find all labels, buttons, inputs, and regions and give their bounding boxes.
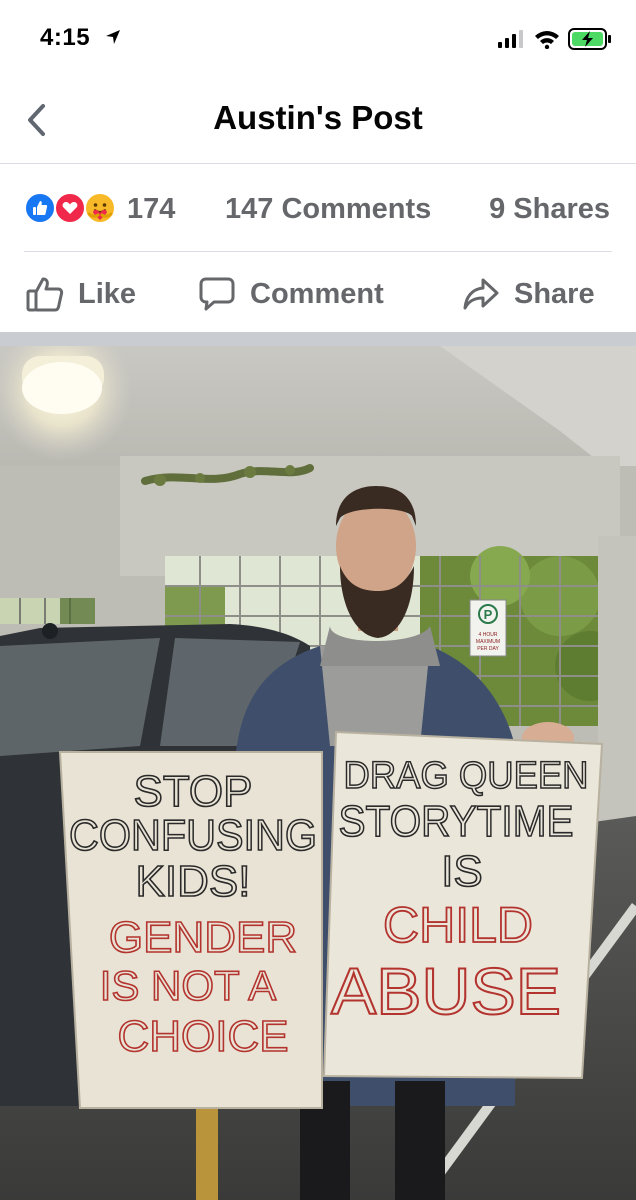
photo-scene: P 4 HOUR MAXIMUM PER DAY STOP CONFUSING … xyxy=(0,346,636,1200)
like-label: Like xyxy=(78,277,137,310)
care-reaction-icon xyxy=(84,192,116,224)
right-sign-line-5: ABUSE xyxy=(331,954,561,1028)
share-arrow-icon xyxy=(463,278,499,310)
thumbs-up-icon xyxy=(26,277,64,312)
parking-sign-line3: PER DAY xyxy=(477,646,499,652)
page-title: Austin's Post xyxy=(213,99,423,136)
right-sign-line-1: DRAG QUEEN xyxy=(344,755,589,797)
shares-count[interactable]: 9 Shares xyxy=(489,193,610,226)
reaction-count[interactable]: 174 xyxy=(127,193,175,226)
right-sign-line-4: CHILD xyxy=(383,897,533,953)
comments-count[interactable]: 147 Comments xyxy=(225,193,431,226)
reactions-summary: 174 147 Comments 9 Shares xyxy=(24,164,612,252)
parking-sign-line2: MAXIMUM xyxy=(476,639,500,645)
right-sign-line-3: IS xyxy=(441,847,483,896)
left-sign-line-4: GENDER xyxy=(109,913,297,962)
left-sign-line-3: KIDS! xyxy=(136,857,251,906)
share-label: Share xyxy=(514,277,595,310)
post-photo[interactable]: P 4 HOUR MAXIMUM PER DAY STOP CONFUSING … xyxy=(0,346,636,1200)
left-sign-line-6: CHOICE xyxy=(117,1012,288,1061)
parking-sign-letter: P xyxy=(484,607,493,622)
comment-button[interactable]: Comment xyxy=(198,274,384,314)
nav-header: Austin's Post xyxy=(0,78,636,164)
section-divider xyxy=(0,332,636,346)
reaction-icons[interactable] xyxy=(24,192,124,224)
status-bar: 4:15 xyxy=(0,0,636,78)
left-sign-line-2: CONFUSING xyxy=(69,811,317,860)
cellular-signal-icon xyxy=(498,30,523,48)
like-button[interactable]: Like xyxy=(26,274,136,314)
parking-sign-line1: 4 HOUR xyxy=(479,632,498,638)
wifi-icon xyxy=(535,31,559,49)
status-indicators xyxy=(498,27,612,51)
love-reaction-icon xyxy=(54,192,86,224)
post-action-bar: Like Comment Share xyxy=(0,252,636,332)
like-reaction-icon xyxy=(24,192,56,224)
left-sign-line-5: IS NOT A xyxy=(100,962,277,1009)
battery-charging-icon xyxy=(568,28,611,50)
right-sign-line-2: STORYTIME xyxy=(339,797,574,846)
share-button[interactable]: Share xyxy=(462,274,595,314)
status-time: 4:15 xyxy=(40,24,91,51)
location-arrow-icon xyxy=(106,30,120,44)
comment-label: Comment xyxy=(250,277,384,310)
left-sign-line-1: STOP xyxy=(133,767,252,816)
comment-bubble-icon xyxy=(199,277,235,311)
